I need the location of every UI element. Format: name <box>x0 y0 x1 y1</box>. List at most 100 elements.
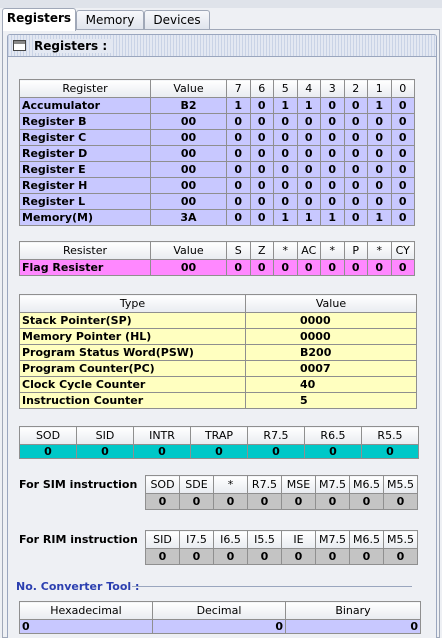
register-bit[interactable]: 0 <box>249 209 274 226</box>
register-bit[interactable]: 0 <box>249 193 274 210</box>
register-bit[interactable]: 0 <box>390 161 415 178</box>
register-bit[interactable]: 0 <box>226 209 251 226</box>
flag-bit-unused[interactable]: 0 <box>273 259 298 276</box>
register-value[interactable]: 00 <box>150 177 227 194</box>
register-bit[interactable]: 0 <box>390 193 415 210</box>
register-bit[interactable]: 1 <box>273 209 298 226</box>
sim-bit[interactable]: 0 <box>383 493 418 510</box>
register-bit[interactable]: 0 <box>296 193 321 210</box>
register-bit[interactable]: 0 <box>273 193 298 210</box>
register-bit[interactable]: 0 <box>390 145 415 162</box>
register-bit[interactable]: 0 <box>390 177 415 194</box>
register-row[interactable]: Memory(M) 3A 0 0 1 1 1 0 1 0 <box>19 209 415 226</box>
register-bit[interactable]: 0 <box>249 97 274 114</box>
register-bit[interactable]: 0 <box>343 145 368 162</box>
flag-bit-z[interactable]: 0 <box>249 259 274 276</box>
interrupt-r65-value[interactable]: 0 <box>304 444 362 459</box>
rim-bit[interactable]: 0 <box>349 548 384 565</box>
register-value[interactable]: B2 <box>150 97 227 114</box>
pointer-value[interactable]: B200 <box>245 344 417 361</box>
register-bit[interactable]: 0 <box>343 193 368 210</box>
flag-bit-p[interactable]: 0 <box>343 259 368 276</box>
tab-registers[interactable]: Registers <box>2 8 76 31</box>
pointer-row[interactable]: Program Status Word(PSW) B200 <box>19 344 417 361</box>
register-bit[interactable]: 0 <box>320 113 345 130</box>
flag-register-value[interactable]: 00 <box>150 259 227 276</box>
register-value[interactable]: 00 <box>150 129 227 146</box>
sim-bit[interactable]: 0 <box>213 493 248 510</box>
register-bit[interactable]: 0 <box>367 129 392 146</box>
tab-devices[interactable]: Devices <box>144 10 210 30</box>
interrupt-r55-value[interactable]: 0 <box>361 444 419 459</box>
binary-input[interactable]: 0 <box>285 619 421 634</box>
tab-memory[interactable]: Memory <box>76 10 144 30</box>
register-row[interactable]: Register D 00 0 0 0 0 0 0 0 0 <box>19 145 415 162</box>
register-bit[interactable]: 0 <box>367 193 392 210</box>
pointer-row[interactable]: Clock Cycle Counter 40 <box>19 376 417 393</box>
register-bit[interactable]: 0 <box>296 145 321 162</box>
register-row[interactable]: Register E 00 0 0 0 0 0 0 0 0 <box>19 161 415 178</box>
register-bit[interactable]: 0 <box>367 177 392 194</box>
register-bit[interactable]: 0 <box>390 97 415 114</box>
pointer-row[interactable]: Stack Pointer(SP) 0000 <box>19 312 417 329</box>
rim-bit[interactable]: 0 <box>179 548 214 565</box>
register-bit[interactable]: 0 <box>320 177 345 194</box>
flag-bit-cy[interactable]: 0 <box>390 259 415 276</box>
register-bit[interactable]: 1 <box>367 209 392 226</box>
pointer-value[interactable]: 40 <box>245 376 417 393</box>
rim-bit[interactable]: 0 <box>213 548 248 565</box>
flag-bit-ac[interactable]: 0 <box>296 259 321 276</box>
flag-row[interactable]: Flag Resister 00 0 0 0 0 0 0 0 0 <box>19 259 415 276</box>
interrupt-r75-value[interactable]: 0 <box>247 444 305 459</box>
sim-bit[interactable]: 0 <box>281 493 316 510</box>
flag-bit-s[interactable]: 0 <box>226 259 251 276</box>
register-row[interactable]: Register L 00 0 0 0 0 0 0 0 0 <box>19 193 415 210</box>
register-bit[interactable]: 0 <box>249 113 274 130</box>
interrupt-trap-value[interactable]: 0 <box>190 444 248 459</box>
rim-bit[interactable]: 0 <box>145 548 180 565</box>
register-bit[interactable]: 0 <box>226 161 251 178</box>
sim-bit[interactable]: 0 <box>315 493 350 510</box>
register-bit[interactable]: 0 <box>367 113 392 130</box>
flag-bit-unused[interactable]: 0 <box>320 259 345 276</box>
register-bit[interactable]: 0 <box>367 161 392 178</box>
register-row[interactable]: Register C 00 0 0 0 0 0 0 0 0 <box>19 129 415 146</box>
register-row[interactable]: Register H 00 0 0 0 0 0 0 0 0 <box>19 177 415 194</box>
register-bit[interactable]: 0 <box>320 97 345 114</box>
register-bit[interactable]: 1 <box>296 97 321 114</box>
register-bit[interactable]: 0 <box>320 161 345 178</box>
register-bit[interactable]: 0 <box>343 209 368 226</box>
sim-bit[interactable]: 0 <box>179 493 214 510</box>
register-bit[interactable]: 0 <box>343 97 368 114</box>
register-row[interactable]: Register B 00 0 0 0 0 0 0 0 0 <box>19 113 415 130</box>
pointer-row[interactable]: Program Counter(PC) 0007 <box>19 360 417 377</box>
register-bit[interactable]: 0 <box>249 161 274 178</box>
pointer-value[interactable]: 5 <box>245 392 417 409</box>
hexadecimal-input[interactable]: 0 <box>19 619 153 634</box>
register-bit[interactable]: 0 <box>249 129 274 146</box>
register-bit[interactable]: 0 <box>296 113 321 130</box>
register-bit[interactable]: 1 <box>296 209 321 226</box>
register-bit[interactable]: 0 <box>390 113 415 130</box>
pointer-row[interactable]: Memory Pointer (HL) 0000 <box>19 328 417 345</box>
interrupt-sid-value[interactable]: 0 <box>76 444 134 459</box>
register-bit[interactable]: 0 <box>249 145 274 162</box>
register-bit[interactable]: 0 <box>273 129 298 146</box>
flag-bit-unused[interactable]: 0 <box>367 259 392 276</box>
register-bit[interactable]: 0 <box>226 177 251 194</box>
register-bit[interactable]: 0 <box>343 113 368 130</box>
register-bit[interactable]: 0 <box>320 193 345 210</box>
register-bit[interactable]: 0 <box>390 209 415 226</box>
register-bit[interactable]: 0 <box>226 129 251 146</box>
register-bit[interactable]: 0 <box>249 177 274 194</box>
interrupt-sod-value[interactable]: 0 <box>19 444 77 459</box>
rim-bit[interactable]: 0 <box>315 548 350 565</box>
interrupt-intr-value[interactable]: 0 <box>133 444 191 459</box>
register-value[interactable]: 00 <box>150 145 227 162</box>
sim-bit[interactable]: 0 <box>247 493 282 510</box>
register-bit[interactable]: 0 <box>343 161 368 178</box>
register-bit[interactable]: 1 <box>226 97 251 114</box>
rim-bit[interactable]: 0 <box>281 548 316 565</box>
register-bit[interactable]: 0 <box>296 161 321 178</box>
register-bit[interactable]: 0 <box>296 129 321 146</box>
